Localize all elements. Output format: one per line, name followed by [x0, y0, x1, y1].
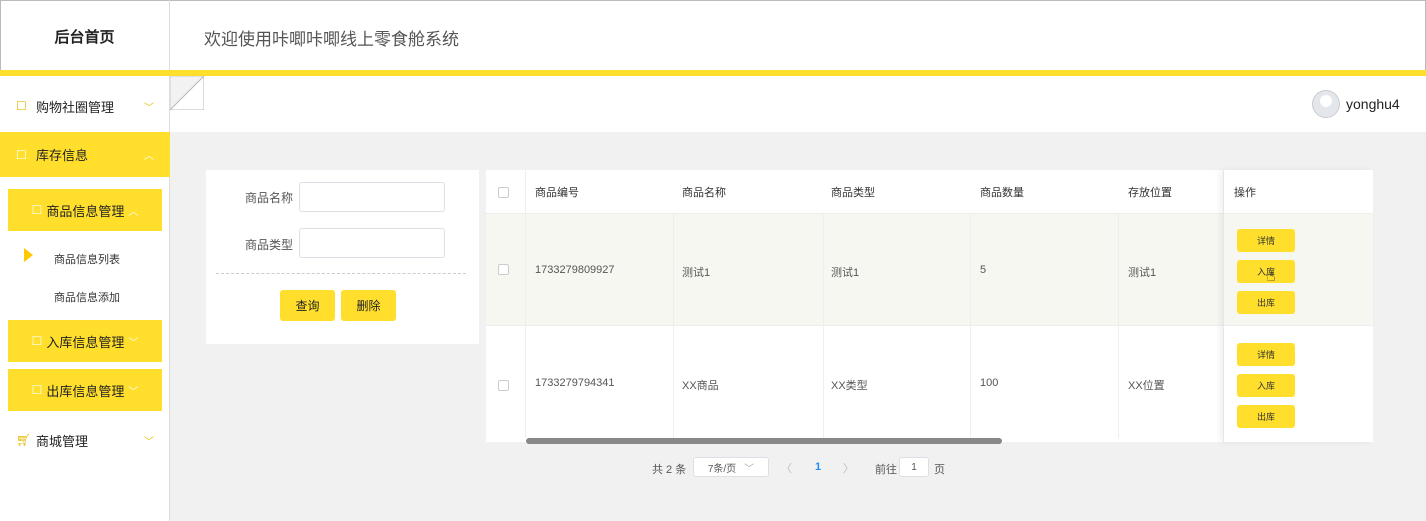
sidebar-sub-product-info[interactable]: ☐ 商品信息管理 ︿ — [8, 189, 162, 231]
product-name-label: 商品名称 — [245, 191, 294, 205]
col-header-name[interactable]: 商品名称 — [682, 170, 726, 213]
sidebar-sub-label: 出库信息管理 — [46, 383, 125, 399]
detail-button[interactable]: 详情 — [1237, 229, 1295, 252]
folder-icon: ☐ — [31, 203, 43, 217]
col-header-type[interactable]: 商品类型 — [831, 170, 875, 213]
column-divider — [1118, 213, 1119, 438]
cell-location: 测试1 — [1128, 267, 1157, 279]
page-suffix: 页 — [934, 464, 945, 476]
goto-page-input[interactable]: 1 — [899, 457, 929, 477]
col-header-location[interactable]: 存放位置 — [1128, 170, 1172, 213]
hand-cursor-icon: ☝ — [1266, 268, 1276, 285]
product-type-label: 商品类型 — [245, 238, 294, 252]
col-header-id[interactable]: 商品编号 — [535, 170, 579, 213]
chevron-down-icon: ﹀ — [744, 463, 755, 475]
avatar[interactable] — [1312, 90, 1340, 118]
page-number-current[interactable]: 1 — [815, 461, 821, 473]
folder-icon: ☐ — [31, 383, 43, 397]
page-size-select[interactable]: 7条/页 ﹀ — [693, 457, 769, 477]
cell-id: 1733279794341 — [535, 377, 615, 389]
sidebar-item-label: 购物社圈管理 — [36, 99, 115, 115]
cell-location: XX位置 — [1128, 380, 1165, 392]
row-checkbox[interactable] — [498, 380, 509, 391]
stock-out-button[interactable]: 出库 — [1237, 291, 1295, 314]
detail-button[interactable]: 详情 — [1237, 343, 1295, 366]
stock-out-button[interactable]: 出库 — [1237, 405, 1295, 428]
prev-page-icon[interactable]: 〈 — [781, 460, 792, 476]
chevron-down-icon: ﹀ — [128, 337, 139, 349]
cell-id: 1733279809927 — [535, 264, 615, 276]
row-checkbox[interactable] — [498, 264, 509, 275]
folder-icon: ☐ — [16, 99, 27, 113]
total-count: 共 2 条 — [652, 464, 687, 476]
col-header-actions: 操作 — [1234, 187, 1256, 199]
delete-button[interactable]: 删除 — [341, 290, 396, 321]
sidebar-item-inventory[interactable]: ☐ 库存信息 ︿ — [0, 132, 170, 177]
stock-in-button[interactable]: 入库 — [1237, 374, 1295, 397]
cell-name: 测试1 — [682, 267, 711, 279]
sidebar-item-shopping-circle[interactable]: ☐ 购物社圈管理 ﹀ — [0, 92, 170, 120]
cell-type: XX类型 — [831, 380, 868, 392]
cell-type: 测试1 — [831, 267, 860, 279]
chevron-down-icon: ﹀ — [144, 436, 154, 448]
divider — [216, 273, 466, 274]
collapse-toggle-icon[interactable] — [170, 76, 204, 110]
logo-home[interactable]: 后台首页 — [0, 0, 170, 72]
page-size-value: 7条/页 — [707, 463, 737, 475]
product-name-input[interactable] — [299, 182, 445, 212]
column-divider — [525, 170, 526, 438]
column-divider — [970, 213, 971, 438]
sidebar-leaf-product-add[interactable]: 商品信息添加 — [0, 289, 170, 305]
chevron-up-icon: ︿ — [128, 206, 139, 218]
cart-icon: 🛒︎ — [16, 433, 32, 447]
chevron-down-icon: ﹀ — [144, 102, 154, 114]
select-all-checkbox[interactable] — [498, 187, 509, 198]
query-button[interactable]: 查询 — [280, 290, 335, 321]
next-page-icon[interactable]: 〉 — [843, 460, 854, 476]
sidebar-item-label: 商城管理 — [36, 433, 89, 449]
horizontal-scrollbar[interactable] — [526, 438, 1002, 444]
sidebar-sub-stock-out[interactable]: ☐ 出库信息管理 ﹀ — [8, 369, 162, 411]
goto-label: 前往 — [875, 464, 897, 476]
folder-icon: ☐ — [16, 147, 27, 162]
sidebar-sub-stock-in[interactable]: ☐ 入库信息管理 ﹀ — [8, 320, 162, 362]
sidebar-sub-label: 商品信息管理 — [46, 203, 125, 219]
product-type-input[interactable] — [299, 228, 445, 258]
sidebar-sub-label: 入库信息管理 — [46, 334, 125, 350]
chevron-down-icon: ﹀ — [128, 386, 139, 398]
cell-qty: 100 — [980, 377, 999, 389]
username[interactable]: yonghu4 — [1346, 96, 1400, 112]
sidebar-item-mall[interactable]: 🛒︎ 商城管理 ﹀ — [0, 426, 170, 454]
col-header-qty[interactable]: 商品数量 — [980, 170, 1024, 213]
sidebar-item-label: 库存信息 — [36, 148, 89, 163]
content-header — [170, 76, 1426, 132]
column-divider — [673, 213, 674, 438]
folder-icon: ☐ — [31, 334, 43, 348]
sidebar-leaf-product-list[interactable]: 商品信息列表 — [0, 251, 170, 267]
app-title: 欢迎使用咔唧咔唧线上零食舱系统 — [204, 30, 459, 49]
column-divider — [823, 213, 824, 438]
chevron-up-icon: ︿ — [144, 151, 154, 162]
cell-qty: 5 — [980, 264, 987, 276]
cell-name: XX商品 — [682, 380, 719, 392]
